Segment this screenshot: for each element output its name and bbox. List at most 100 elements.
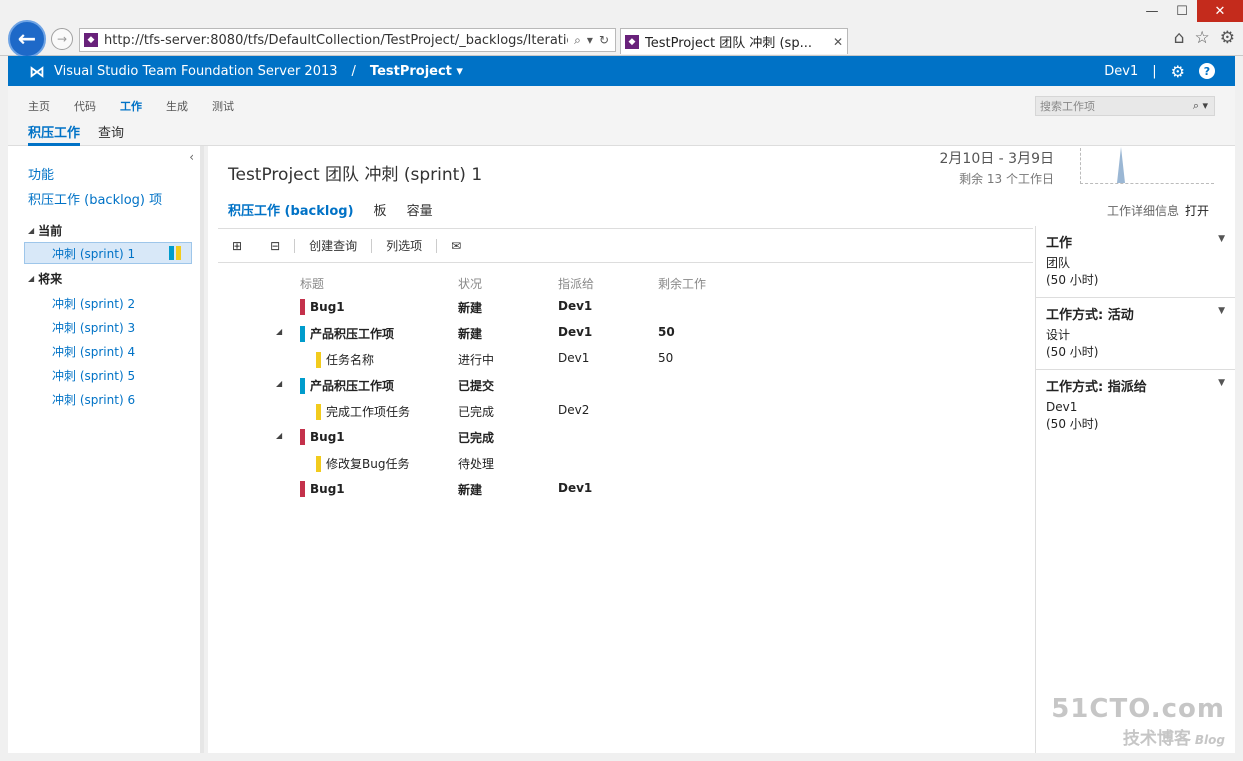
row-title-text[interactable]: Bug1	[310, 430, 345, 444]
expand-triangle-icon[interactable]: ◢	[276, 379, 282, 388]
admin-gear-icon[interactable]: ⚙	[1171, 62, 1185, 81]
table-row[interactable]: 修改复Bug任务 待处理	[218, 450, 1033, 476]
collapse-all-icon[interactable]: ⊟	[256, 239, 294, 253]
table-row[interactable]: 任务名称 进行中 Dev1 50	[218, 346, 1033, 372]
row-title-text[interactable]: 完成工作项任务	[326, 403, 410, 420]
dropdown-icon[interactable]: ▼	[1218, 306, 1225, 316]
refresh-icon[interactable]: ↻	[599, 33, 609, 48]
col-header-assigned[interactable]: 指派给	[558, 275, 594, 292]
table-row[interactable]: ◢ 产品积压工作项 新建 Dev1 50	[218, 320, 1033, 346]
settings-gear-icon[interactable]: ⚙	[1220, 28, 1235, 48]
row-title-text[interactable]: 产品积压工作项	[310, 325, 394, 342]
work-item-type-color-bar	[316, 351, 321, 368]
iteration-sprint-2[interactable]: 冲刺 (sprint) 2	[52, 295, 135, 312]
minimize-button[interactable]: —	[1137, 0, 1167, 22]
collapse-triangle-icon[interactable]: ◢	[28, 226, 34, 235]
work-by-activity-section: 工作方式: 活动 ▼ 设计 (50 小时)	[1036, 298, 1235, 370]
close-window-button[interactable]: ✕	[1197, 0, 1243, 22]
row-assigned-to: Dev1	[558, 299, 593, 313]
row-title[interactable]: 完成工作项任务	[316, 403, 410, 420]
visual-studio-icon: ◆	[84, 33, 98, 47]
col-header-title[interactable]: 标题	[300, 275, 324, 292]
tab-backlogs[interactable]: 积压工作	[28, 122, 81, 146]
close-tab-icon[interactable]: ✕	[829, 35, 847, 49]
work-item-type-color-bar	[300, 325, 305, 342]
group-current[interactable]: ◢ 当前	[28, 222, 62, 239]
row-title-text[interactable]: 修改复Bug任务	[326, 455, 409, 472]
table-row[interactable]: 完成工作项任务 已完成 Dev2	[218, 398, 1033, 424]
nav-home[interactable]: 主页	[28, 98, 50, 114]
address-bar[interactable]: ◆ http://tfs-server:8080/tfs/DefaultColl…	[79, 28, 616, 52]
group-future[interactable]: ◢ 将来	[28, 270, 62, 287]
row-title-text[interactable]: 产品积压工作项	[310, 377, 394, 394]
remaining-days: 剩余 13 个工作日	[959, 172, 1054, 186]
product-name[interactable]: Visual Studio Team Foundation Server 201…	[54, 64, 338, 79]
row-title[interactable]: 产品积压工作项	[300, 377, 394, 394]
help-icon[interactable]: ?	[1199, 63, 1215, 79]
collapse-pane-icon[interactable]: ‹	[189, 150, 194, 164]
iteration-sprint-3[interactable]: 冲刺 (sprint) 3	[52, 319, 135, 336]
iteration-sprint-4[interactable]: 冲刺 (sprint) 4	[52, 343, 135, 360]
collapse-triangle-icon[interactable]: ◢	[28, 274, 34, 283]
row-title[interactable]: Bug1	[300, 429, 345, 445]
iteration-sprint-1[interactable]: 冲刺 (sprint) 1	[24, 242, 192, 264]
watermark-blog: Blog	[1194, 733, 1225, 747]
nav-code[interactable]: 代码	[74, 98, 96, 114]
expand-triangle-icon[interactable]: ◢	[276, 327, 282, 336]
link-backlog-items[interactable]: 积压工作 (backlog) 项	[28, 189, 162, 208]
details-value[interactable]: 打开	[1185, 204, 1209, 218]
home-icon[interactable]: ⌂	[1174, 28, 1185, 48]
row-title-text[interactable]: 任务名称	[326, 351, 374, 368]
work-by-assigned-section: 工作方式: 指派给 ▼ Dev1 (50 小时)	[1036, 370, 1235, 441]
column-options-button[interactable]: 列选项	[372, 237, 436, 254]
email-icon[interactable]: ✉	[437, 239, 475, 253]
back-button[interactable]: ←	[8, 20, 46, 58]
maximize-button[interactable]: ☐	[1167, 0, 1197, 22]
expand-triangle-icon[interactable]: ◢	[276, 431, 282, 440]
col-header-remaining[interactable]: 剩余工作	[658, 275, 706, 292]
tab-capacity[interactable]: 容量	[407, 200, 433, 219]
favorites-star-icon[interactable]: ☆	[1195, 28, 1210, 48]
details-label: 工作详细信息	[1106, 204, 1179, 218]
project-selector[interactable]: TestProject ▾	[370, 64, 463, 79]
dropdown-icon[interactable]: ▼	[1218, 234, 1225, 244]
table-row[interactable]: ◢ 产品积压工作项 已提交	[218, 372, 1033, 398]
create-query-button[interactable]: 创建查询	[295, 237, 371, 254]
work-details-toggle[interactable]: 工作详细信息 打开	[1107, 202, 1209, 219]
header-separator: |	[1152, 63, 1157, 79]
table-row[interactable]: Bug1 新建 Dev1	[218, 294, 1033, 320]
table-row[interactable]: Bug1 新建 Dev1	[218, 476, 1033, 502]
row-title[interactable]: 产品积压工作项	[300, 325, 394, 342]
search-icon[interactable]: ⌕ ▾	[1193, 99, 1214, 113]
row-title[interactable]: 任务名称	[316, 351, 374, 368]
link-features[interactable]: 功能	[28, 164, 54, 183]
nav-work[interactable]: 工作	[120, 98, 142, 114]
forward-button[interactable]: →	[51, 28, 73, 50]
row-title[interactable]: 修改复Bug任务	[316, 455, 409, 472]
nav-test[interactable]: 测试	[212, 98, 234, 114]
search-work-items-input[interactable]: 搜索工作项 ⌕ ▾	[1035, 96, 1215, 116]
iteration-sprint-6[interactable]: 冲刺 (sprint) 6	[52, 391, 135, 408]
iteration-sprint-5[interactable]: 冲刺 (sprint) 5	[52, 367, 135, 384]
tab-backlog[interactable]: 积压工作 (backlog)	[228, 200, 354, 219]
table-row[interactable]: ◢ Bug1 已完成	[218, 424, 1033, 450]
dropdown-icon[interactable]: ▾	[587, 33, 593, 48]
url-text[interactable]: http://tfs-server:8080/tfs/DefaultCollec…	[104, 33, 568, 48]
tab-board[interactable]: 板	[374, 200, 387, 219]
user-name[interactable]: Dev1	[1104, 64, 1138, 79]
col-header-state[interactable]: 状况	[458, 275, 482, 292]
row-title[interactable]: Bug1	[300, 299, 345, 315]
dropdown-icon[interactable]: ▼	[1218, 378, 1225, 388]
row-title-text[interactable]: Bug1	[310, 300, 345, 314]
search-icon[interactable]: ⌕	[574, 33, 581, 48]
burndown-chart[interactable]	[1080, 147, 1214, 184]
work-details-pane: 工作 ▼ 团队 (50 小时) 工作方式: 活动 ▼ 设计 (50 小时) 工作…	[1035, 226, 1235, 753]
expand-all-icon[interactable]: ⊞	[218, 239, 256, 253]
row-state: 进行中	[458, 353, 495, 367]
row-title[interactable]: Bug1	[300, 481, 345, 497]
row-title-text[interactable]: Bug1	[310, 482, 345, 496]
tab-queries[interactable]: 查询	[98, 122, 124, 146]
iteration-label: 冲刺 (sprint) 1	[52, 246, 136, 261]
browser-tab[interactable]: ◆ TestProject 团队 冲刺 (sp... ✕	[620, 28, 848, 54]
nav-build[interactable]: 生成	[166, 98, 188, 114]
